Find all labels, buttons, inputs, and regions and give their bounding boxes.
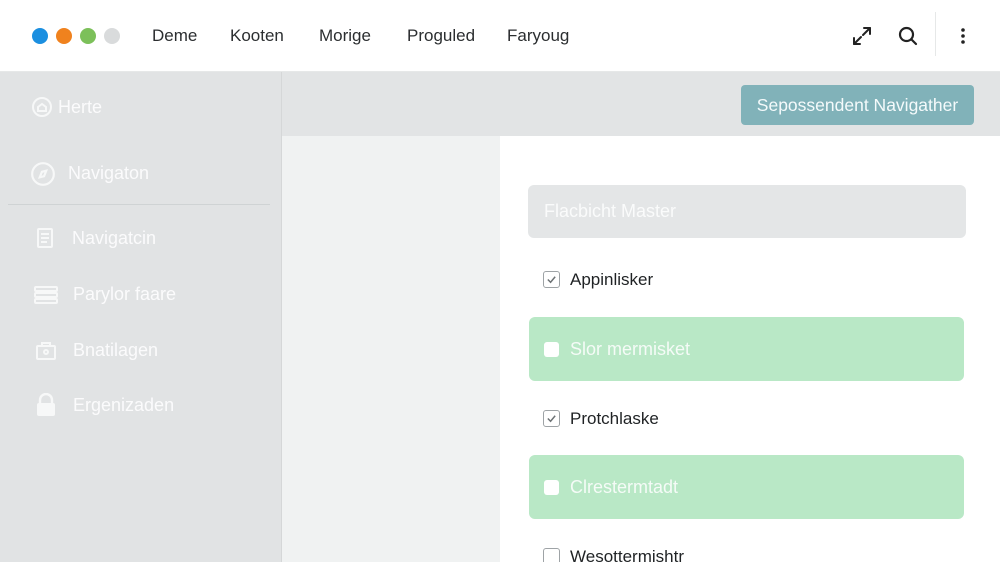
checkbox-checked[interactable] — [543, 410, 560, 427]
close-dot[interactable] — [32, 28, 48, 44]
home-icon — [30, 95, 56, 119]
checkbox-unchecked[interactable] — [543, 548, 560, 562]
toolbar-divider — [935, 12, 936, 56]
list-item-label: Appinlisker — [570, 270, 654, 289]
list-item-highlighted[interactable]: Clrestermtadt — [529, 455, 964, 519]
sidebar-divider — [8, 204, 270, 205]
list-item-label: Wesottermishtr — [570, 547, 684, 562]
minimize-dot[interactable] — [56, 28, 72, 44]
compass-icon — [30, 161, 56, 186]
list-item-label: Clrestermtadt — [570, 477, 679, 497]
maximize-dot[interactable] — [80, 28, 96, 44]
top-bar: Deme Kooten Morige Proguled Faryoug — [0, 0, 1000, 72]
sidebar-item-label: Navigatcin — [72, 228, 157, 248]
menu-item-faryoug[interactable]: Faryoug — [507, 25, 569, 47]
menu-item-proguled[interactable]: Proguled — [407, 25, 475, 47]
sidebar-item-label: Parylor faare — [73, 284, 177, 304]
sidebar-item-label: Ergenizaden — [73, 395, 175, 415]
sidebar-item-label: Herte — [58, 97, 103, 117]
menu-item-kooten[interactable]: Kooten — [230, 25, 284, 47]
sidebar-item-label: Navigaton — [68, 163, 150, 183]
list-item-highlighted[interactable]: Slor mermisket — [529, 317, 964, 381]
sidebar: Herte Navigaton Navigatcin Parylor faare — [0, 72, 282, 562]
checkbox-unchecked[interactable] — [544, 480, 559, 495]
primary-navigate-button[interactable]: Sepossendent Navigather — [741, 85, 974, 125]
document-icon — [34, 226, 60, 250]
search-icon[interactable] — [896, 24, 920, 48]
menu-item-morige[interactable]: Morige — [319, 25, 371, 47]
menu-item-deme[interactable]: Deme — [152, 25, 197, 47]
briefcase-icon — [34, 338, 60, 362]
list-item-label: Slor mermisket — [570, 339, 691, 359]
master-field[interactable]: Flacbicht Master — [528, 185, 966, 238]
extra-dot[interactable] — [104, 28, 120, 44]
sidebar-item-label: Bnatilagen — [73, 340, 159, 360]
more-vertical-icon[interactable] — [951, 24, 975, 48]
checkbox-checked[interactable] — [543, 271, 560, 288]
expand-icon[interactable] — [850, 24, 874, 48]
list-item-label: Protchlaske — [570, 409, 659, 428]
checkbox-unchecked[interactable] — [544, 342, 559, 357]
middle-pane — [282, 136, 500, 562]
lock-icon — [35, 392, 61, 417]
layers-icon — [33, 282, 59, 306]
